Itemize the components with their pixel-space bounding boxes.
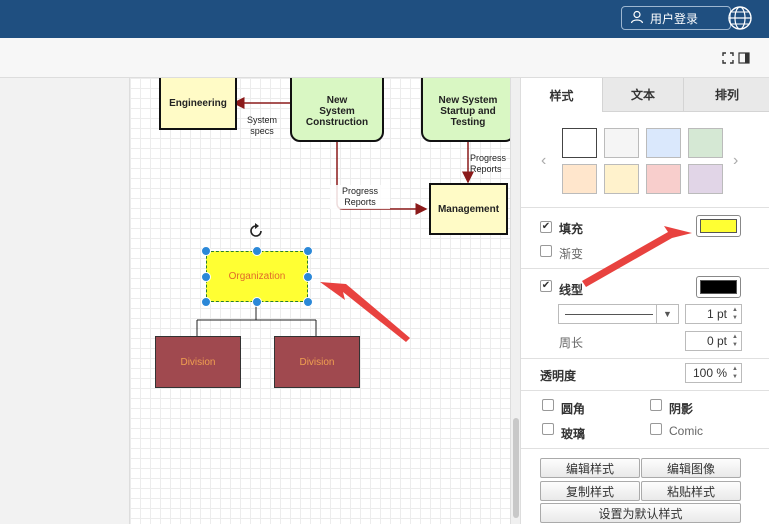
fill-color-preview [700, 219, 737, 233]
copy-style-button[interactable]: 复制样式 [540, 481, 640, 501]
divider [521, 268, 769, 269]
edge-label-text: System specs [246, 115, 277, 136]
style-swatch[interactable] [562, 164, 597, 194]
line-color-button[interactable] [696, 276, 741, 298]
style-swatch[interactable] [646, 128, 681, 158]
line-pattern-select[interactable]: ▼ [558, 304, 679, 324]
line-checkbox[interactable]: ✔ [540, 280, 552, 292]
spinner-icon[interactable]: ▲ ▼ [730, 333, 740, 349]
shapes-sidebar [0, 78, 130, 524]
glass-label: 玻璃 [561, 427, 586, 441]
node-new-system-startup[interactable]: New System Startup and Testing [421, 78, 510, 142]
toolbar [0, 38, 769, 78]
edge-label-text: Progress Reports [341, 186, 378, 207]
edge-label-progress-reports-1: Progress Reports [330, 185, 390, 209]
chevron-down-icon: ▼ [656, 305, 678, 323]
tab-label: 样式 [549, 88, 574, 103]
diagram-connectors [196, 97, 474, 336]
divider [521, 448, 769, 449]
format-tabs: 样式 文本 排列 [521, 78, 769, 112]
node-label: New System Construction [305, 94, 369, 128]
diagram-canvas[interactable]: Engineering New System Construction New … [130, 78, 510, 524]
button-label: 复制样式 [565, 484, 614, 499]
tab-label: 文本 [630, 88, 655, 102]
top-header-bar: 用户登录 [0, 0, 769, 38]
login-button[interactable]: 用户登录 [621, 6, 731, 30]
fill-label: 填充 [559, 222, 584, 236]
style-swatch[interactable] [604, 164, 639, 194]
perimeter-label: 周长 [559, 336, 584, 350]
opacity-input[interactable]: 100 % ▲ ▼ [685, 363, 742, 383]
spinner-icon[interactable]: ▲ ▼ [730, 365, 740, 381]
line-label: 线型 [559, 283, 584, 297]
spinner-icon[interactable]: ▲ ▼ [730, 306, 740, 322]
tab-text[interactable]: 文本 [602, 78, 683, 112]
line-width-input[interactable]: 1 pt ▲ ▼ [685, 304, 742, 324]
chevron-right-icon[interactable]: › [733, 152, 738, 170]
opacity-value: 100 % [692, 366, 727, 380]
node-new-system-construction[interactable]: New System Construction [290, 78, 384, 142]
rounded-checkbox[interactable] [542, 399, 554, 411]
globe-icon[interactable] [727, 5, 753, 31]
canvas-scrollbar[interactable] [510, 78, 520, 524]
glass-checkbox[interactable] [542, 423, 554, 435]
divider [521, 390, 769, 391]
rounded-label: 圆角 [561, 402, 586, 416]
tab-style[interactable]: 样式 [521, 78, 602, 112]
fill-checkbox[interactable]: ✔ [540, 221, 552, 233]
set-default-style-button[interactable]: 设置为默认样式 [540, 503, 741, 523]
button-label: 设置为默认样式 [598, 506, 683, 521]
paste-style-button[interactable]: 粘贴样式 [641, 481, 741, 501]
button-label: 编辑样式 [565, 461, 614, 476]
format-panel: 样式 文本 排列 ‹ › ✔ 填充 渐变 ✔ 线型 ▼ 1 pt ▲ ▼ 周长 0 … [520, 78, 769, 524]
format-panel-icon[interactable] [738, 52, 750, 67]
user-icon [630, 10, 644, 27]
fit-page-icon[interactable] [722, 52, 734, 67]
opacity-label: 透明度 [540, 369, 577, 383]
style-swatch[interactable] [688, 128, 723, 158]
node-management[interactable]: Management [429, 183, 508, 235]
edge-label-text: Progress Reports [470, 153, 507, 174]
line-color-preview [700, 280, 737, 294]
edit-image-button[interactable]: 编辑图像 [641, 458, 741, 478]
node-label: Division [299, 356, 335, 368]
node-label: Organization [228, 271, 286, 282]
node-label: Management [437, 203, 500, 215]
comic-checkbox[interactable] [650, 423, 662, 435]
tab-label: 排列 [714, 88, 739, 102]
style-swatch[interactable] [688, 164, 723, 194]
edge-label-system-specs: System specs [234, 114, 290, 138]
node-label: Division [180, 356, 216, 368]
node-division-right[interactable]: Division [274, 336, 360, 388]
shadow-label: 阴影 [669, 402, 694, 416]
perimeter-input[interactable]: 0 pt ▲ ▼ [685, 331, 742, 351]
scrollbar-thumb[interactable] [513, 418, 519, 518]
line-width-value: 1 pt [706, 307, 727, 321]
gradient-checkbox[interactable] [540, 245, 552, 257]
edge-label-progress-reports-2: Progress Reports [468, 152, 510, 176]
style-swatch[interactable] [562, 128, 597, 158]
style-swatch[interactable] [604, 128, 639, 158]
node-label: Engineering [169, 97, 227, 109]
perimeter-value: 0 pt [706, 334, 727, 348]
node-division-left[interactable]: Division [155, 336, 241, 388]
style-swatch[interactable] [646, 164, 681, 194]
rotate-icon[interactable] [247, 222, 265, 243]
node-engineering[interactable]: Engineering [159, 78, 237, 130]
button-label: 粘贴样式 [666, 484, 715, 499]
comic-label: Comic [669, 424, 704, 438]
button-label: 编辑图像 [666, 461, 715, 476]
login-label: 用户登录 [650, 11, 699, 26]
chevron-left-icon[interactable]: ‹ [541, 152, 546, 170]
divider [521, 207, 769, 208]
node-organization[interactable]: Organization [206, 251, 308, 302]
fill-color-button[interactable] [696, 215, 741, 237]
tab-arrange[interactable]: 排列 [683, 78, 769, 112]
gradient-label: 渐变 [559, 247, 584, 261]
node-label: New System Startup and Testing [438, 94, 498, 128]
shadow-checkbox[interactable] [650, 399, 662, 411]
divider [521, 358, 769, 359]
edit-style-button[interactable]: 编辑样式 [540, 458, 640, 478]
